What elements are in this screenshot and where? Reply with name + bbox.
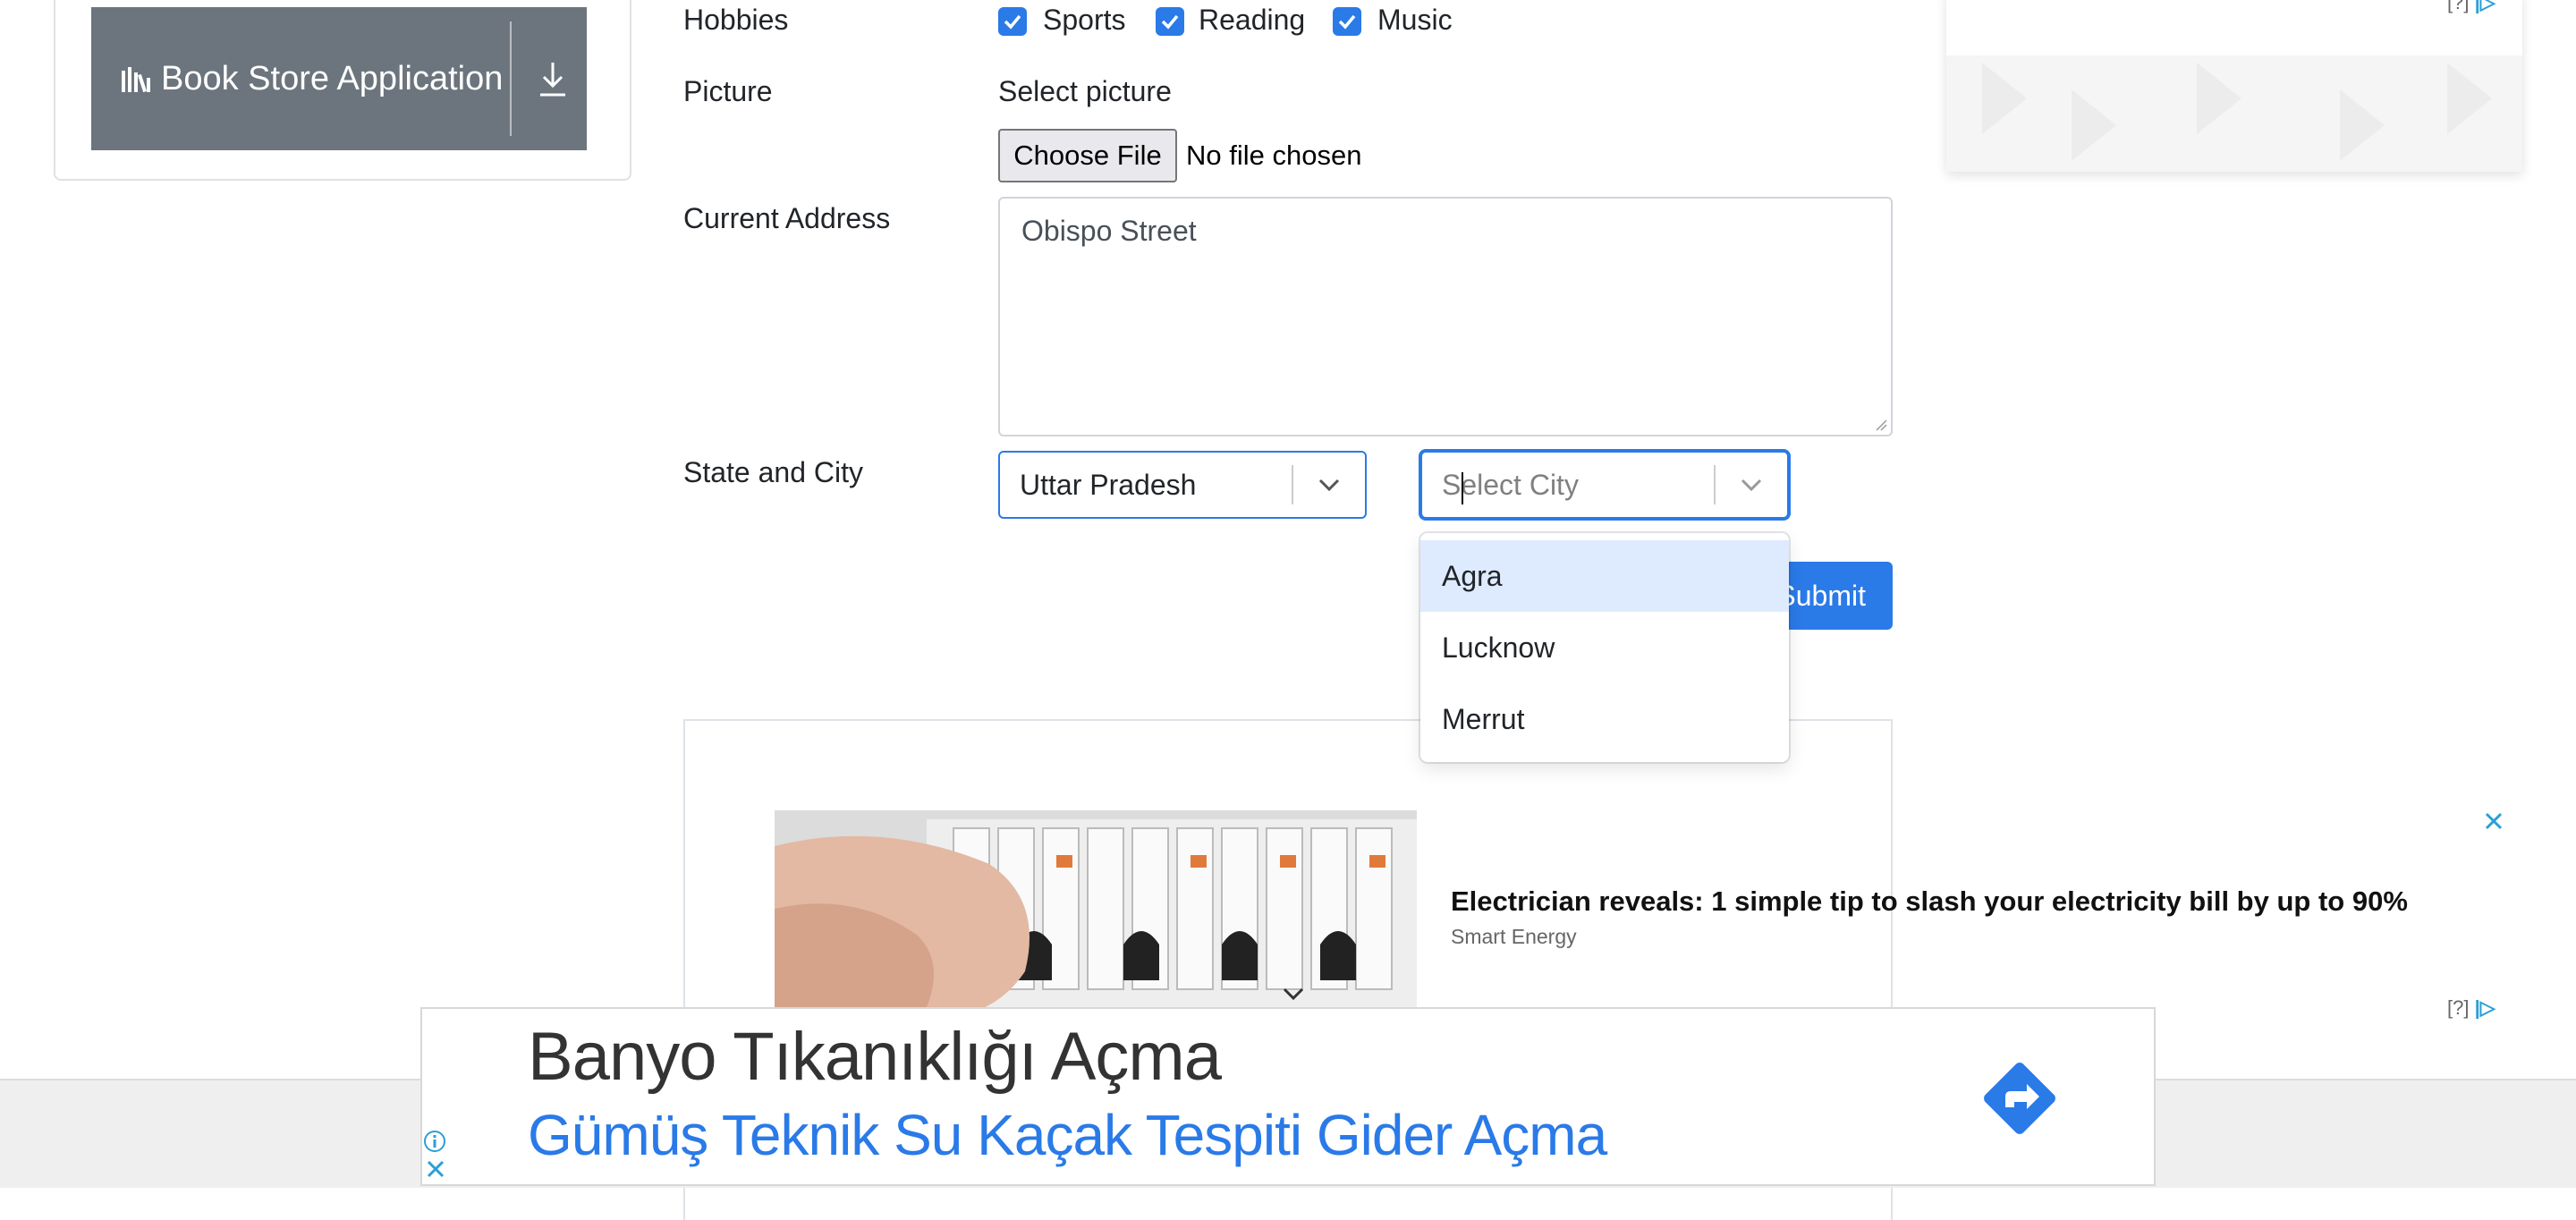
- state-select-value: Uttar Pradesh: [1020, 468, 1197, 501]
- current-address-label: Current Address: [683, 202, 891, 234]
- banner-ad-subtitle[interactable]: Gümüş Teknik Su Kaçak Tespiti Gider Açma: [528, 1102, 1607, 1168]
- banner-close-icon[interactable]: [424, 1157, 447, 1181]
- check-icon: [1338, 14, 1356, 30]
- book-store-application-item[interactable]: Book Store Application: [91, 7, 587, 150]
- ad-choices-icon: |▷: [2474, 0, 2496, 13]
- choose-file-button[interactable]: Choose File: [998, 129, 1177, 182]
- ad-brand: Smart Energy: [1451, 925, 1577, 948]
- ad-choices[interactable]: [?] |▷: [2447, 996, 2496, 1020]
- ad-choices-text: [?]: [2447, 996, 2470, 1019]
- hobbies-group: Sports Reading Music: [998, 0, 1535, 45]
- ad-image[interactable]: [775, 810, 1417, 1016]
- ad-pattern-shape: [2447, 63, 2492, 134]
- text-caret: [1462, 471, 1463, 504]
- current-address-textarea[interactable]: Obispo Street: [998, 197, 1893, 436]
- no-file-chosen-text: No file chosen: [1186, 140, 1362, 171]
- ad-pattern-shape: [2340, 89, 2385, 161]
- ad-pattern-shape: [2072, 89, 2116, 161]
- checkbox-reading[interactable]: [1156, 7, 1184, 36]
- checkbox-music[interactable]: [1333, 7, 1361, 36]
- ad-headline[interactable]: Electrician reveals: 1 simple tip to sla…: [1451, 885, 2408, 918]
- directions-arrow-icon[interactable]: [1973, 1052, 2066, 1145]
- checkbox-label-sports[interactable]: Sports: [1043, 4, 1125, 37]
- city-option-merrut[interactable]: Merrut: [1420, 683, 1789, 755]
- ad-choices[interactable]: [?] |▷: [2447, 0, 2496, 14]
- checkbox-sports[interactable]: [998, 7, 1027, 36]
- ad-pattern-shape: [1982, 63, 2027, 134]
- city-select[interactable]: Select City: [1420, 451, 1789, 519]
- ad-top-band: [1946, 0, 2522, 55]
- ad-choices-text: [?]: [2447, 0, 2470, 13]
- city-dropdown-menu: Agra Lucknow Merrut: [1420, 533, 1789, 762]
- chevron-down-icon[interactable]: [1293, 467, 1365, 503]
- city-option-lucknow[interactable]: Lucknow: [1420, 612, 1789, 683]
- ad-info-icon[interactable]: [422, 1129, 447, 1154]
- check-icon: [1161, 14, 1179, 30]
- check-icon: [1004, 14, 1021, 30]
- chevron-down-icon[interactable]: [1716, 467, 1787, 503]
- books-icon: [122, 67, 150, 93]
- state-select[interactable]: Uttar Pradesh: [998, 451, 1367, 519]
- book-store-application-label: Book Store Application: [161, 59, 504, 97]
- hobbies-label: Hobbies: [683, 4, 789, 36]
- checkbox-label-music[interactable]: Music: [1377, 4, 1453, 37]
- picture-label: Picture: [683, 75, 773, 107]
- current-address-value: Obispo Street: [1021, 215, 1197, 247]
- city-select-placeholder: Select City: [1442, 469, 1714, 504]
- state-and-city-label: State and City: [683, 456, 863, 488]
- download-icon[interactable]: [537, 57, 569, 100]
- top-right-ad[interactable]: [?] |▷: [1946, 0, 2522, 172]
- city-option-agra[interactable]: Agra: [1420, 540, 1789, 612]
- resize-grip-icon[interactable]: [1873, 417, 1887, 431]
- ad-close-icon[interactable]: [2481, 809, 2506, 834]
- checkbox-label-reading[interactable]: Reading: [1199, 4, 1305, 37]
- banner-ad-title[interactable]: Banyo Tıkanıklığı Açma: [528, 1018, 1222, 1096]
- divider: [510, 21, 512, 136]
- ad-pattern-shape: [2197, 63, 2241, 134]
- ad-choices-icon: |▷: [2474, 996, 2496, 1019]
- select-picture-label: Select picture: [998, 75, 1172, 107]
